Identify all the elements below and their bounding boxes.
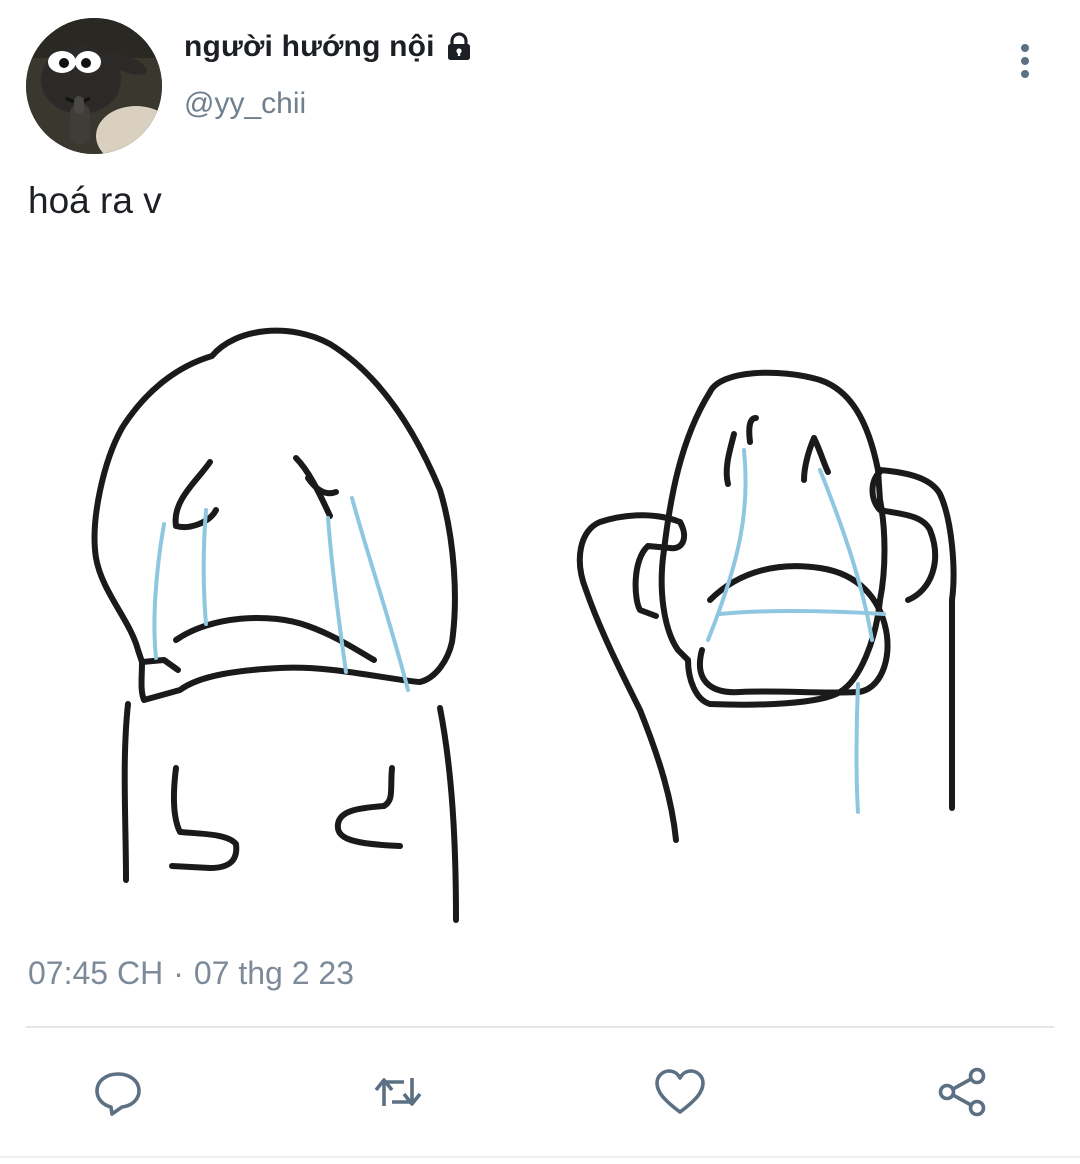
heart-icon: [655, 1069, 705, 1114]
lock-icon: [443, 31, 475, 63]
author-display-name[interactable]: người hướng nội: [184, 30, 435, 64]
bottom-divider: [0, 1156, 1080, 1158]
more-vertical-icon[interactable]: [1008, 40, 1042, 84]
author-handle[interactable]: @yy_chii: [184, 87, 306, 121]
share-icon: [938, 1067, 986, 1117]
tweet-time: 07:45 CH: [28, 955, 164, 991]
tweet-image[interactable]: [60, 300, 1050, 940]
crying-figure-left: [91, 327, 459, 923]
retweet-icon: [374, 1078, 422, 1106]
author-name-row: người hướng nội: [184, 30, 475, 64]
timestamp-separator: ·: [173, 955, 184, 991]
retweet-button[interactable]: [370, 1064, 426, 1120]
tweet-text: hoá ra v: [28, 180, 162, 221]
crying-figure-right: [576, 369, 957, 843]
reply-icon: [95, 1072, 141, 1116]
divider: [26, 1026, 1054, 1028]
like-button[interactable]: [652, 1064, 708, 1120]
tweet-date: 07 thg 2 23: [193, 955, 354, 991]
tweet-timestamp[interactable]: 07:45 CH · 07 thg 2 23: [28, 955, 354, 992]
share-button[interactable]: [934, 1064, 990, 1120]
reply-button[interactable]: [90, 1064, 146, 1120]
avatar[interactable]: [26, 18, 162, 154]
